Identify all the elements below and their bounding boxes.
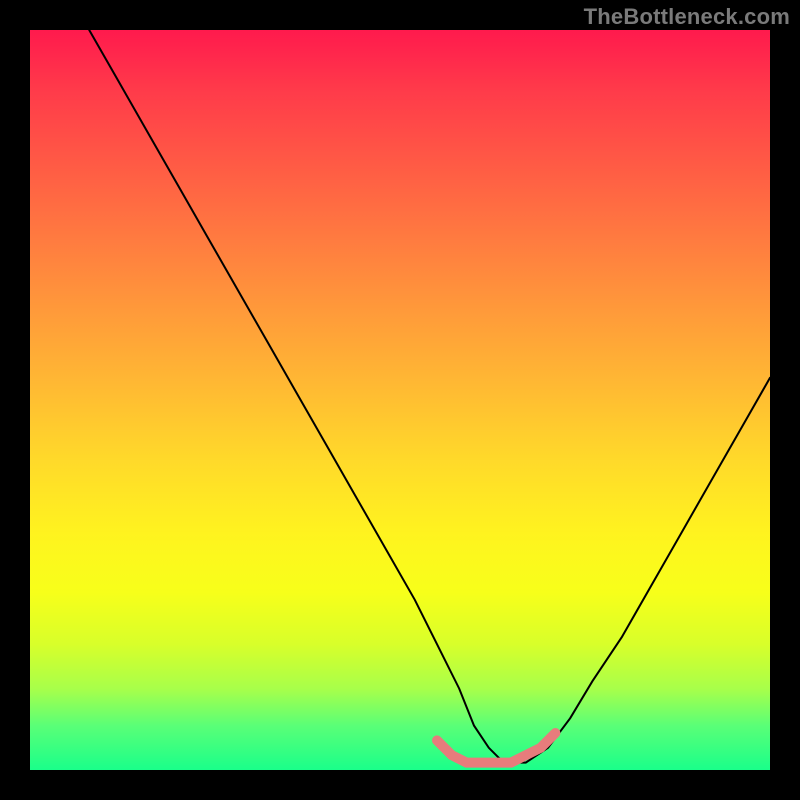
chart-frame: TheBottleneck.com xyxy=(0,0,800,800)
watermark-text: TheBottleneck.com xyxy=(584,4,790,30)
chart-overlay xyxy=(30,30,770,770)
curve-series xyxy=(89,30,770,763)
highlight-band xyxy=(437,733,555,763)
